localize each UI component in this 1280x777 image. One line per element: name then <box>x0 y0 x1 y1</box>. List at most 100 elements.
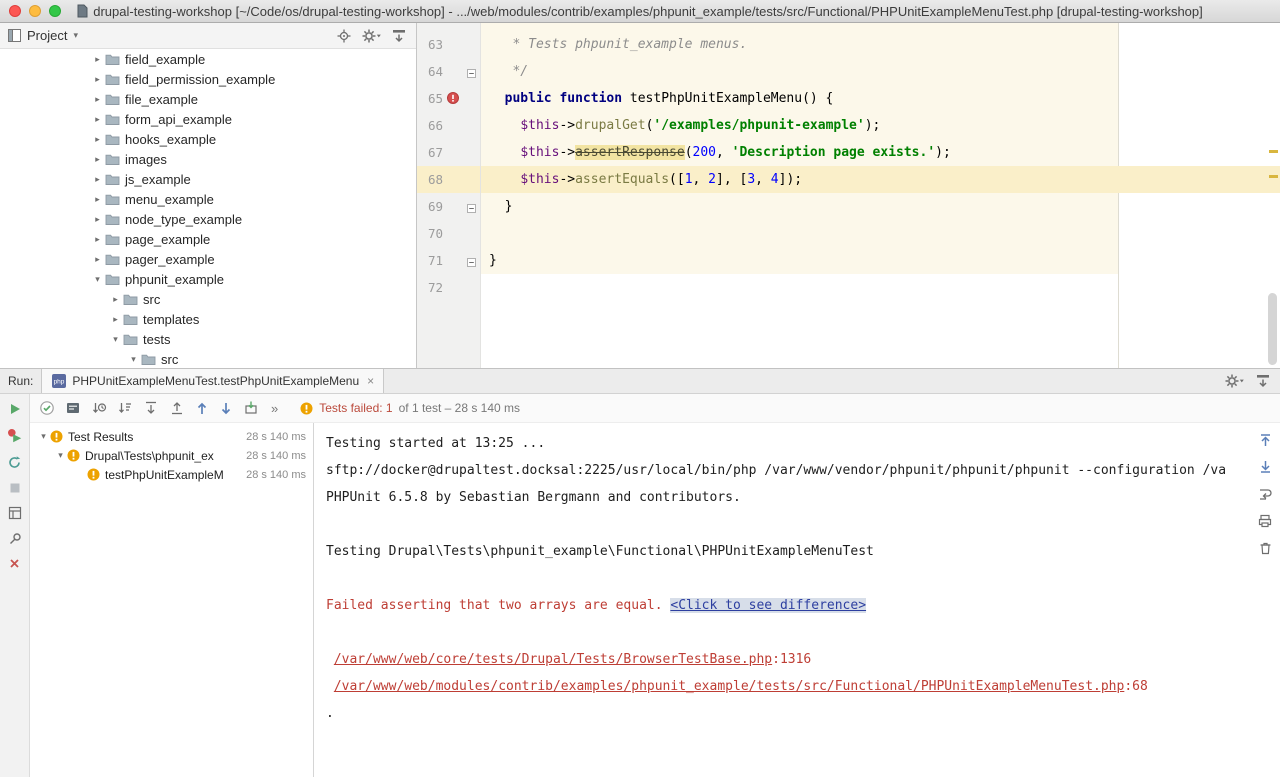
chevron-right-icon[interactable]: ▸ <box>90 234 105 245</box>
code-line[interactable]: } <box>481 247 1280 274</box>
test-tree-item[interactable]: testPhpUnitExampleM28 s 140 ms <box>30 465 313 484</box>
soft-wrap-icon[interactable] <box>1258 487 1272 501</box>
chevron-right-icon[interactable]: ▸ <box>90 174 105 185</box>
tree-item-form_api_example[interactable]: ▸form_api_example <box>0 109 416 129</box>
chevron-right-icon[interactable]: ▸ <box>90 254 105 265</box>
chevron-right-icon[interactable]: ▸ <box>90 214 105 225</box>
close-tab-icon[interactable]: × <box>367 374 374 388</box>
minimize-window-button[interactable] <box>29 5 41 17</box>
chevron-right-icon[interactable]: ▸ <box>90 154 105 165</box>
chevron-down-icon[interactable]: ▾ <box>54 450 67 461</box>
chevron-down-icon[interactable]: ▾ <box>37 431 50 442</box>
fold-icon[interactable] <box>467 256 476 271</box>
sort-duration-icon[interactable] <box>91 400 107 416</box>
code-line[interactable]: * Tests phpunit_example menus. <box>481 31 1280 58</box>
stack-trace-link[interactable]: /var/www/web/core/tests/Drupal/Tests/Bro… <box>334 652 772 667</box>
dropdown-arrow-icon[interactable]: ▾ <box>73 30 78 41</box>
print-icon[interactable] <box>1258 514 1272 528</box>
tree-item-tests[interactable]: ▾tests <box>0 329 416 349</box>
chevron-right-icon[interactable]: ▸ <box>90 74 105 85</box>
editor-gutter: 63646566676869707172 <box>417 23 481 368</box>
autotest-icon[interactable] <box>7 455 22 470</box>
close-window-button[interactable] <box>9 5 21 17</box>
chevron-right-icon[interactable]: ▸ <box>108 294 123 305</box>
folder-icon <box>105 233 120 246</box>
hide-panel-icon[interactable] <box>1256 374 1270 388</box>
code-line[interactable]: public function testPhpUnitExampleMenu()… <box>481 85 1280 112</box>
chevron-right-icon[interactable]: ▸ <box>108 314 123 325</box>
editor-scrollbar-thumb[interactable] <box>1268 293 1277 365</box>
warning-stripe-mark[interactable] <box>1269 175 1278 178</box>
code-line[interactable]: $this->assertEquals([1, 2], [3, 4]); <box>481 166 1280 193</box>
collapse-all-icon[interactable] <box>169 400 185 416</box>
tree-item-src[interactable]: ▸src <box>0 289 416 309</box>
rerun-failed-icon[interactable] <box>7 428 22 443</box>
sort-alpha-icon[interactable] <box>117 400 133 416</box>
expand-all-icon[interactable] <box>143 400 159 416</box>
see-difference-link[interactable]: <Click to see difference> <box>670 598 866 613</box>
zoom-window-button[interactable] <box>49 5 61 17</box>
chevron-down-icon[interactable]: ▾ <box>126 354 141 365</box>
tree-item-phpunit_example[interactable]: ▾phpunit_example <box>0 269 416 289</box>
collapse-panel-icon[interactable] <box>392 29 406 43</box>
project-panel-title[interactable]: Project <box>27 28 67 43</box>
scroll-top-icon[interactable] <box>1259 433 1272 447</box>
test-tree-item[interactable]: ▾Test Results28 s 140 ms <box>30 427 313 446</box>
chevron-right-icon[interactable]: ▸ <box>90 94 105 105</box>
chevron-right-icon[interactable]: ▸ <box>90 114 105 125</box>
tree-item-hooks_example[interactable]: ▸hooks_example <box>0 129 416 149</box>
test-history-icon[interactable] <box>243 400 259 416</box>
test-failed-gutter-icon[interactable] <box>447 92 459 108</box>
tree-item-src[interactable]: ▾src <box>0 349 416 368</box>
tree-item-label: field_permission_example <box>125 72 275 87</box>
rerun-icon[interactable] <box>8 402 22 416</box>
stack-trace-link[interactable]: /var/www/web/modules/contrib/examples/ph… <box>334 679 1125 694</box>
project-tool-window: Project ▾ ▸field_example▸field_permissio… <box>0 23 417 368</box>
chevron-right-icon[interactable]: ▸ <box>90 194 105 205</box>
chevron-right-icon[interactable]: ▸ <box>90 134 105 145</box>
test-duration: 28 s 140 ms <box>238 450 306 462</box>
tree-item-label: node_type_example <box>125 212 242 227</box>
editor[interactable]: * Tests phpunit_example menus. */ public… <box>417 23 1280 368</box>
test-tree-item[interactable]: ▾Drupal\Tests\phpunit_ex28 s 140 ms <box>30 446 313 465</box>
stop-icon[interactable] <box>9 482 21 494</box>
tree-item-js_example[interactable]: ▸js_example <box>0 169 416 189</box>
scroll-bottom-icon[interactable] <box>1259 460 1272 474</box>
close-icon[interactable] <box>9 558 20 569</box>
gear-icon[interactable] <box>362 29 381 43</box>
run-tab[interactable]: php PHPUnitExampleMenuTest.testPhpUnitEx… <box>41 369 384 393</box>
code-line[interactable] <box>481 220 1280 247</box>
hide-passed-icon[interactable] <box>39 400 55 416</box>
chevron-down-icon[interactable]: ▾ <box>90 274 105 285</box>
next-failed-icon[interactable] <box>219 401 233 416</box>
restore-layout-icon[interactable] <box>8 506 22 520</box>
code-line[interactable]: */ <box>481 58 1280 85</box>
tree-item-node_type_example[interactable]: ▸ node_type_example <box>0 209 416 229</box>
tree-item-page_example[interactable]: ▸page_example <box>0 229 416 249</box>
tree-item-menu_example[interactable]: ▸menu_example <box>0 189 416 209</box>
fold-icon[interactable] <box>467 202 476 217</box>
fold-icon[interactable] <box>467 67 476 82</box>
show-console-icon[interactable] <box>65 400 81 416</box>
folder-icon <box>105 73 120 86</box>
pin-icon[interactable] <box>8 532 22 546</box>
more-chevron-icon[interactable]: » <box>271 401 278 416</box>
tree-item-images[interactable]: ▸images <box>0 149 416 169</box>
code-line[interactable]: } <box>481 193 1280 220</box>
tree-item-field_permission_example[interactable]: ▸ field_permission_example <box>0 69 416 89</box>
code-line[interactable] <box>481 274 1280 301</box>
chevron-right-icon[interactable]: ▸ <box>90 54 105 65</box>
tree-item-field_example[interactable]: ▸field_example <box>0 49 416 69</box>
tree-item-templates[interactable]: ▸templates <box>0 309 416 329</box>
console-output[interactable]: Testing started at 13:25 ...sftp://docke… <box>314 423 1250 777</box>
code-line[interactable]: $this->assertResponse(200, 'Description … <box>481 139 1280 166</box>
code-line[interactable]: $this->drupalGet('/examples/phpunit-exam… <box>481 112 1280 139</box>
clear-icon[interactable] <box>1259 541 1272 555</box>
tree-item-file_example[interactable]: ▸file_example <box>0 89 416 109</box>
gear-icon[interactable] <box>1225 374 1244 388</box>
locate-icon[interactable] <box>337 29 351 43</box>
tree-item-pager_example[interactable]: ▸pager_example <box>0 249 416 269</box>
warning-stripe-mark[interactable] <box>1269 150 1278 153</box>
chevron-down-icon[interactable]: ▾ <box>108 334 123 345</box>
previous-failed-icon[interactable] <box>195 401 209 416</box>
